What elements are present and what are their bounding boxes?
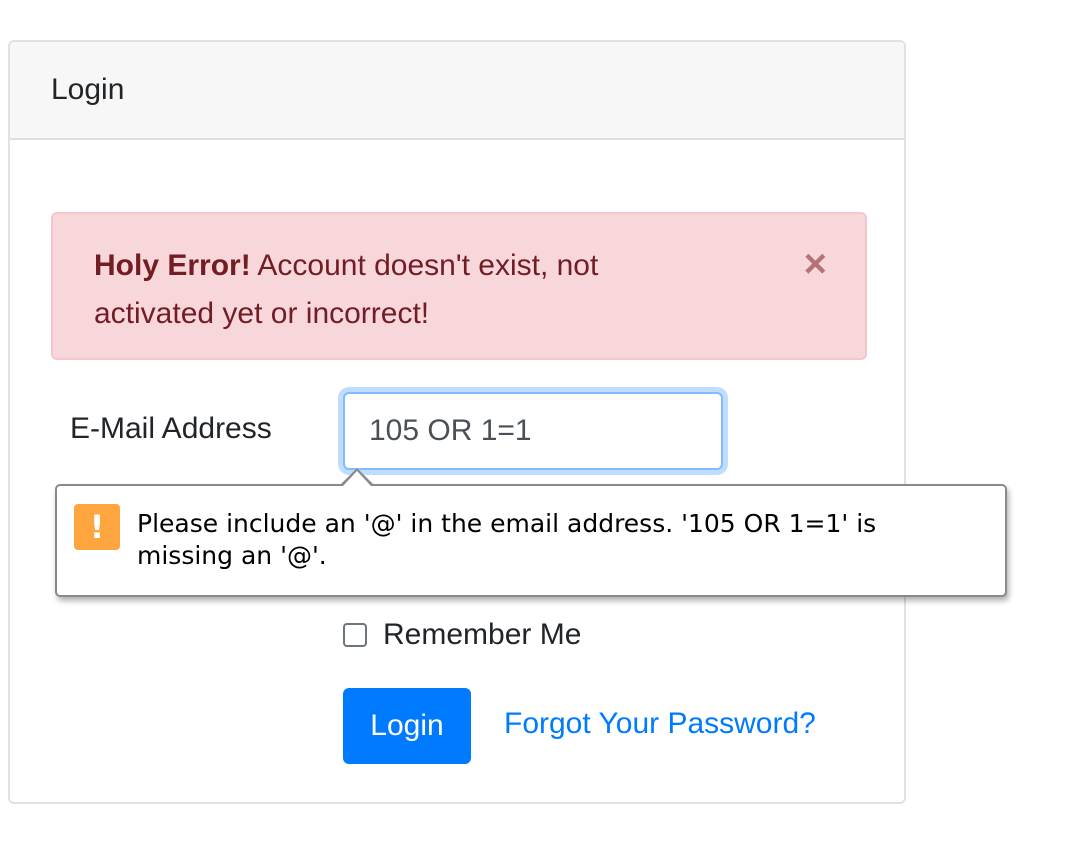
warning-icon: ! <box>74 504 120 550</box>
email-field[interactable] <box>343 392 723 470</box>
login-card: Login Holy Error! Account doesn't exist,… <box>8 40 906 804</box>
card-title: Login <box>51 73 125 106</box>
remember-me[interactable]: Remember Me <box>343 618 581 652</box>
login-button[interactable]: Login <box>343 688 471 764</box>
forgot-password-link[interactable]: Forgot Your Password? <box>504 707 816 741</box>
remember-checkbox[interactable] <box>343 623 367 647</box>
close-icon[interactable]: × <box>804 244 827 284</box>
email-label: E-Mail Address <box>70 412 272 445</box>
validation-tooltip: ! Please include an '@' in the email add… <box>55 484 1007 597</box>
alert-strong: Holy Error! <box>94 249 251 282</box>
tooltip-message: Please include an '@' in the email addre… <box>137 509 877 570</box>
card-header: Login <box>10 42 904 140</box>
error-alert: Holy Error! Account doesn't exist, not a… <box>51 212 867 360</box>
tooltip-arrow-fill <box>343 471 371 486</box>
remember-label: Remember Me <box>383 618 582 651</box>
